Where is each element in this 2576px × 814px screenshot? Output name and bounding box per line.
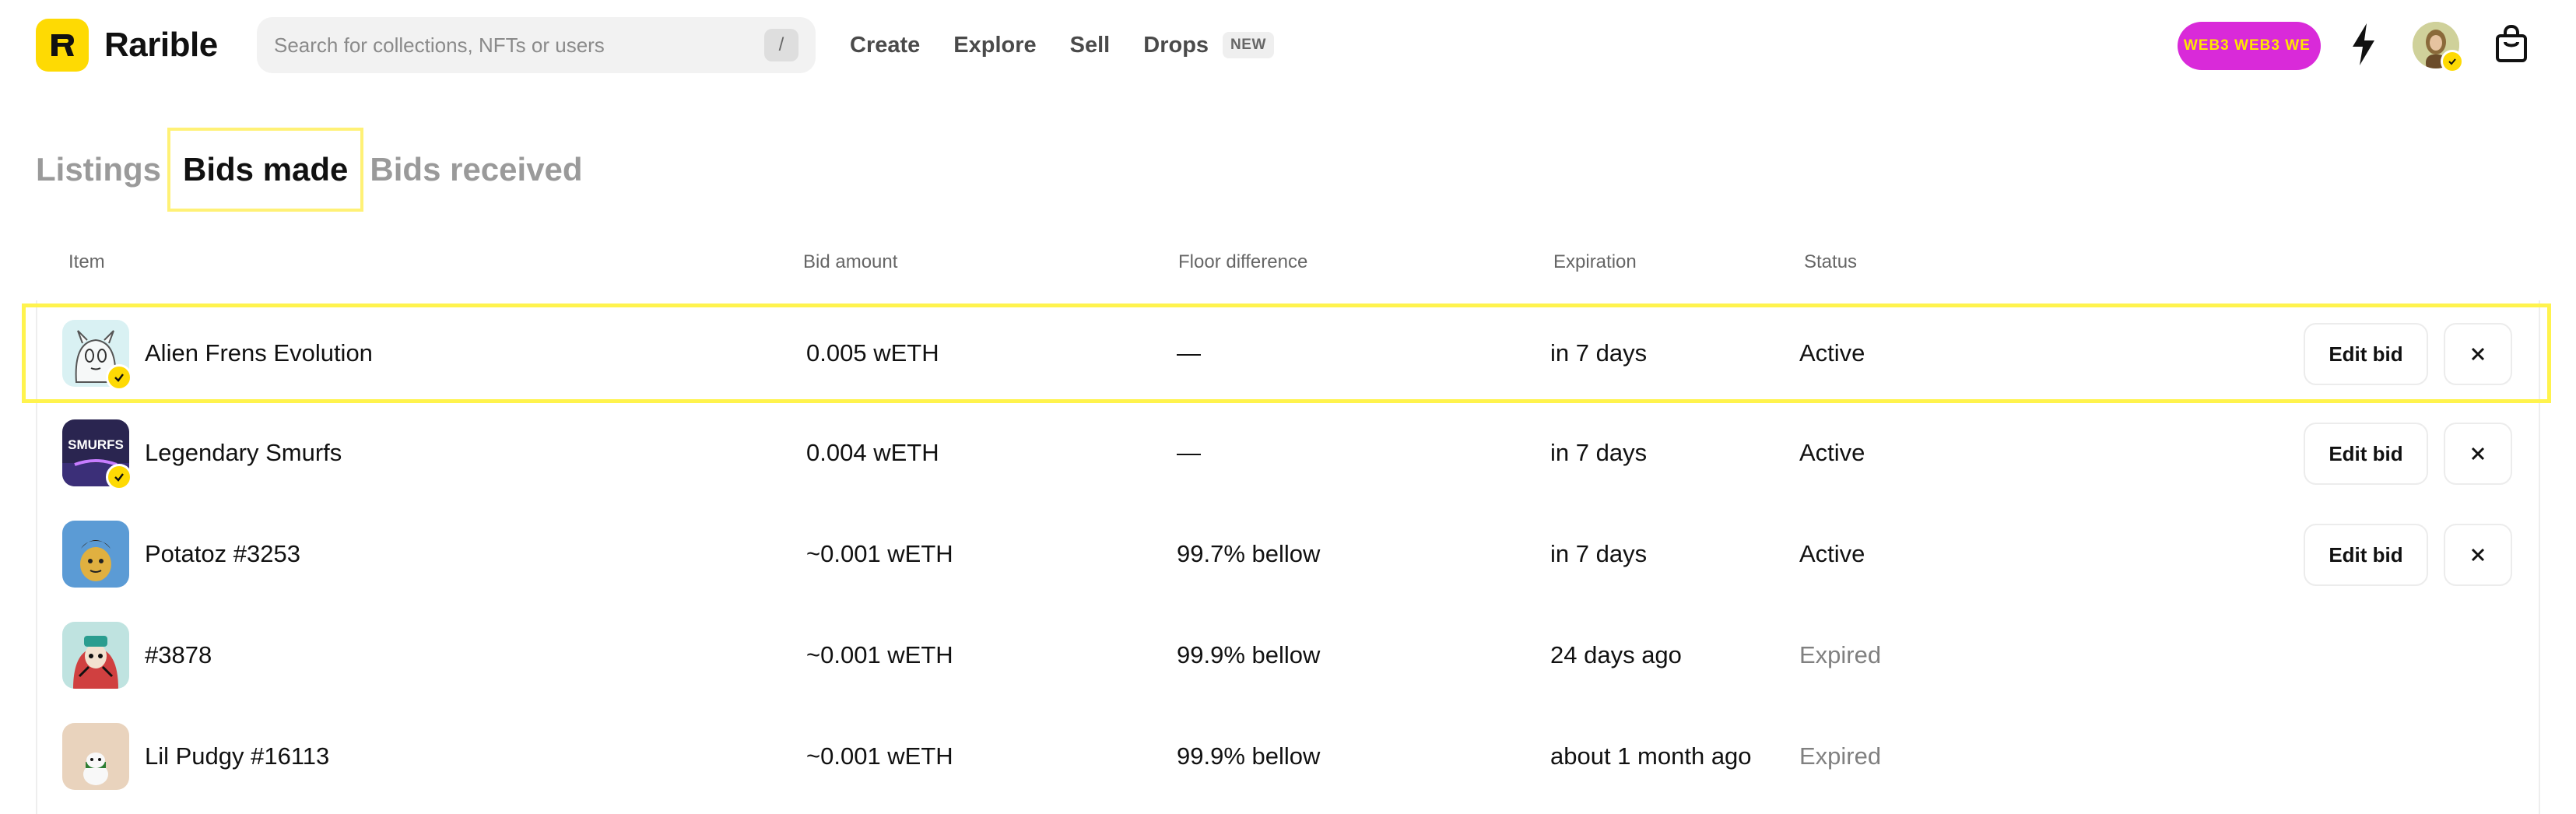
expiration: in 7 days: [1550, 540, 1648, 567]
bid-amount: ~0.001 wETH: [806, 742, 953, 770]
expiration: 24 days ago: [1550, 641, 1682, 668]
cancel-bid-button[interactable]: [2444, 524, 2512, 586]
shopping-bag-icon[interactable]: [2490, 22, 2532, 67]
close-icon: [2471, 548, 2485, 562]
column-header-status: Status: [1804, 251, 1858, 272]
table-row[interactable]: #3878 ~0.001 wETH 99.9% bellow 24 days a…: [22, 605, 2551, 705]
verified-check-icon: [106, 464, 132, 490]
expiration: in 7 days: [1550, 339, 1648, 367]
nav-drops[interactable]: Drops: [1143, 33, 1209, 58]
search-box[interactable]: /: [257, 17, 816, 73]
cancel-bid-button[interactable]: [2444, 323, 2512, 385]
item-name[interactable]: Lil Pudgy #16113: [145, 707, 329, 806]
bids-tabs: Listings Bids made Bids received: [36, 125, 583, 215]
floor-difference: —: [1177, 339, 1201, 367]
web3-promo-text: 3 WEB3 WEB3 WE: [2178, 37, 2311, 54]
rarible-logo-icon: [36, 19, 89, 72]
tab-bids-made[interactable]: Bids made: [183, 151, 348, 188]
user-avatar[interactable]: [2413, 22, 2464, 73]
floor-difference: 99.7% bellow: [1177, 540, 1321, 567]
bid-amount: 0.005 wETH: [806, 339, 939, 367]
search-shortcut-key: /: [764, 29, 798, 61]
expiration: about 1 month ago: [1550, 742, 1752, 770]
avatar-verified-icon: [2441, 50, 2464, 73]
verified-check-icon: [106, 364, 132, 391]
item-name[interactable]: Alien Frens Evolution: [145, 303, 373, 403]
close-icon: [2471, 447, 2485, 461]
bid-amount: ~0.001 wETH: [806, 540, 953, 567]
nft-thumbnail: [62, 521, 129, 588]
floor-difference: 99.9% bellow: [1177, 742, 1321, 770]
status-label: Active: [1799, 439, 1865, 466]
item-name[interactable]: #3878: [145, 605, 212, 705]
column-header-floor-difference: Floor difference: [1178, 251, 1308, 272]
table-row[interactable]: Lil Pudgy #16113 ~0.001 wETH 99.9% bello…: [22, 707, 2551, 806]
nav-explore[interactable]: Explore: [953, 33, 1036, 58]
floor-difference: 99.9% bellow: [1177, 641, 1321, 668]
floor-difference: —: [1177, 439, 1201, 466]
new-badge: NEW: [1223, 32, 1274, 58]
close-icon: [2471, 347, 2485, 361]
tab-listings[interactable]: Listings: [36, 151, 161, 188]
bid-amount: 0.004 wETH: [806, 439, 939, 466]
edit-bid-button[interactable]: Edit bid: [2304, 524, 2428, 586]
expiration: in 7 days: [1550, 439, 1648, 466]
table-row[interactable]: Potatoz #3253 ~0.001 wETH 99.7% bellow i…: [22, 504, 2551, 604]
column-header-expiration: Expiration: [1553, 251, 1637, 272]
status-label: Active: [1799, 540, 1865, 567]
lightning-icon[interactable]: [2346, 20, 2381, 68]
edit-bid-button[interactable]: Edit bid: [2304, 423, 2428, 485]
search-input[interactable]: [257, 17, 772, 73]
rarible-logo[interactable]: Rarible: [36, 19, 218, 72]
main-nav: Create Explore Sell Drops NEW: [850, 0, 1274, 90]
nav-sell[interactable]: Sell: [1070, 33, 1111, 58]
column-header-bid-amount: Bid amount: [803, 251, 898, 272]
nft-thumbnail: [62, 723, 129, 790]
thumbnail-text: SMURFS: [68, 437, 124, 452]
bid-amount: ~0.001 wETH: [806, 641, 953, 668]
top-navigation-bar: Rarible / Create Explore Sell Drops NEW …: [0, 0, 2576, 90]
tab-bids-made-focus-frame[interactable]: Bids made: [167, 128, 364, 212]
web3-promo-button[interactable]: 3 WEB3 WEB3 WE: [2178, 22, 2321, 70]
status-label: Expired: [1799, 742, 1882, 770]
tab-bids-received[interactable]: Bids received: [370, 151, 582, 188]
brand-name: Rarible: [104, 26, 218, 64]
status-label: Active: [1799, 339, 1865, 367]
column-header-item: Item: [68, 251, 105, 272]
nav-create[interactable]: Create: [850, 33, 920, 58]
edit-bid-button[interactable]: Edit bid: [2304, 323, 2428, 385]
item-name[interactable]: Potatoz #3253: [145, 504, 300, 604]
item-name[interactable]: Legendary Smurfs: [145, 403, 342, 503]
cancel-bid-button[interactable]: [2444, 423, 2512, 485]
table-row[interactable]: Alien Frens Evolution 0.005 wETH — in 7 …: [22, 303, 2551, 403]
status-label: Expired: [1799, 641, 1882, 668]
nft-thumbnail: [62, 622, 129, 689]
table-row[interactable]: SMURFS Legendary Smurfs 0.004 wETH — in …: [22, 403, 2551, 503]
